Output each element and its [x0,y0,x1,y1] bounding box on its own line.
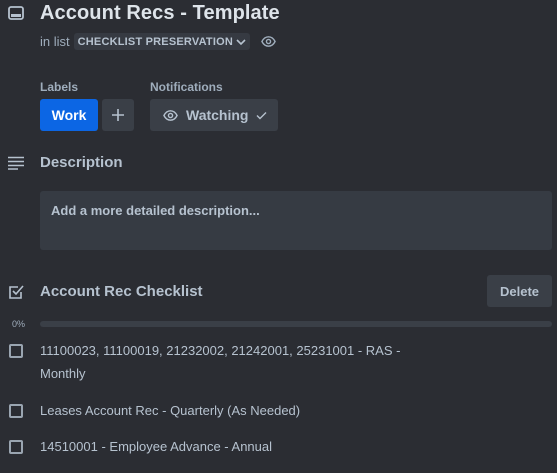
eye-icon[interactable] [261,34,276,49]
description-input[interactable]: Add a more detailed description... [40,191,552,250]
card-icon [8,6,24,20]
plus-icon [112,109,124,121]
progress-bar [40,321,552,327]
progress-percent: 0% [12,319,26,329]
label-work[interactable]: Work [40,99,98,131]
checklist-item-text[interactable]: 14510001 - Employee Advance - Annual [40,435,440,458]
check-icon [256,111,267,119]
eye-icon [163,109,178,121]
watching-label: Watching [186,107,249,123]
add-label-button[interactable] [102,99,134,131]
checklist-item-checkbox[interactable] [9,440,23,454]
list-breadcrumb: in list CHECKLIST PRESERVATION [40,33,276,50]
in-list-prefix: in list [40,34,70,49]
description-icon [8,156,24,170]
checklist-item-checkbox[interactable] [9,404,23,418]
list-selector[interactable]: CHECKLIST PRESERVATION [73,33,250,50]
notifications-heading: Notifications [150,80,223,94]
watching-button[interactable]: Watching [150,99,278,131]
chevron-down-icon [236,38,246,45]
checklist-item-text[interactable]: Leases Account Rec - Quarterly (As Neede… [40,399,440,422]
description-heading: Description [40,154,123,171]
card-title[interactable]: Account Recs - Template [40,2,280,25]
card-detail-window: Account Recs - Template in list CHECKLIS… [0,0,557,473]
checklist-item-text[interactable]: 11100023, 11100019, 21232002, 21242001, … [40,339,440,385]
checklist-icon [9,285,24,299]
list-name: CHECKLIST PRESERVATION [77,35,233,48]
checklist-title[interactable]: Account Rec Checklist [40,283,203,300]
delete-checklist-button[interactable]: Delete [487,275,552,307]
labels-heading: Labels [40,80,79,94]
checklist-item-checkbox[interactable] [9,344,23,358]
